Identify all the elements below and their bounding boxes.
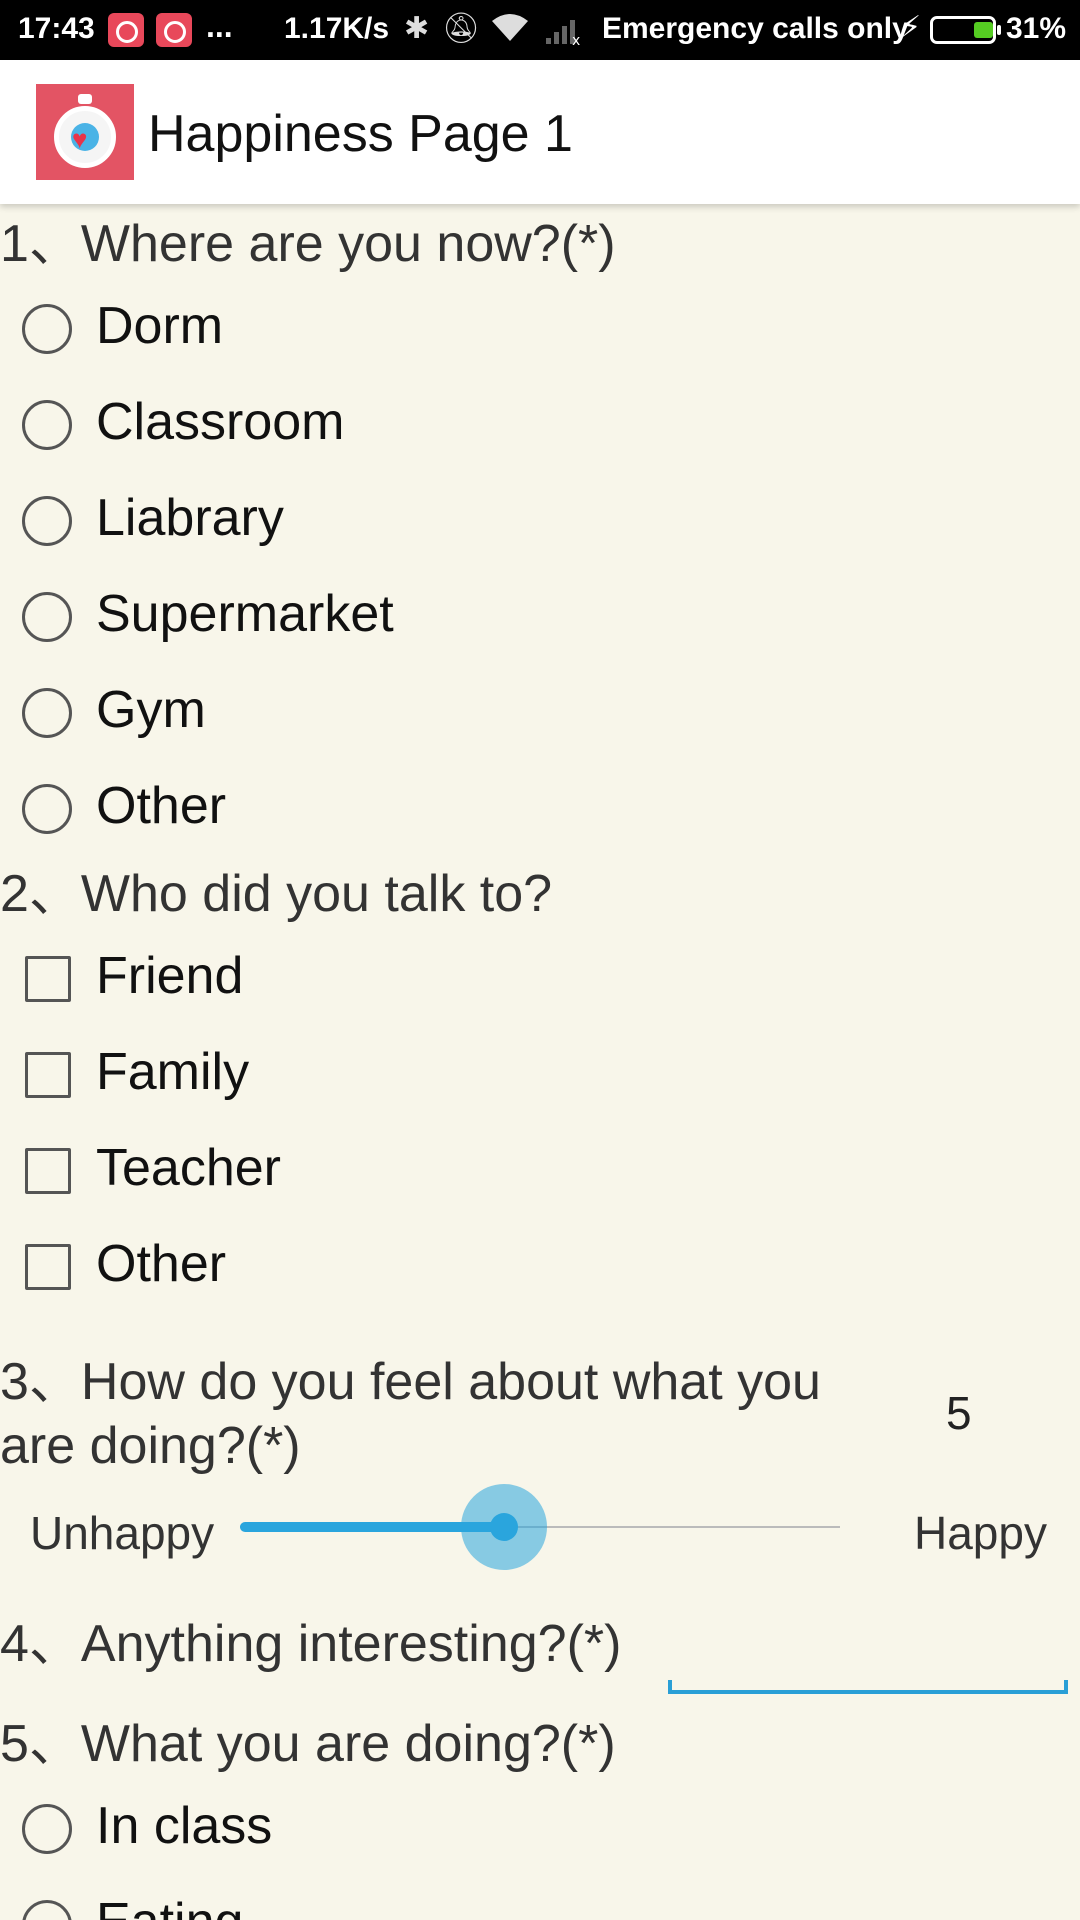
- radio-button[interactable]: [22, 400, 72, 450]
- svg-text:x: x: [572, 33, 580, 46]
- radio-option-gym[interactable]: Gym: [0, 670, 1080, 750]
- option-label: Liabrary: [96, 489, 284, 547]
- radio-option-supermarket[interactable]: Supermarket: [0, 574, 1080, 654]
- slider-value: 5: [946, 1387, 972, 1439]
- app-bar: ♥ Happiness Page 1: [0, 60, 1080, 204]
- option-label: In class: [96, 1797, 273, 1855]
- checkbox-option-friend[interactable]: Friend: [0, 936, 1080, 1016]
- charging-icon: ⚡︎: [900, 11, 922, 44]
- slider-min-label: Unhappy: [30, 1507, 215, 1559]
- question-3-title-line1: 3、How do you feel about what you: [0, 1353, 821, 1411]
- network-status: Emergency calls only: [602, 12, 909, 45]
- radio-option-dorm[interactable]: Dorm: [0, 286, 1080, 366]
- battery-icon: [930, 16, 1001, 44]
- option-label: Supermarket: [96, 585, 394, 643]
- question-4-title: 4、Anything interesting?(*): [0, 1615, 622, 1673]
- slider-thumb[interactable]: [461, 1484, 547, 1570]
- status-bar: 17:43 ... 1.17K/s ✱ 🔕︎ x Emergency calls…: [0, 0, 1080, 60]
- option-label: Other: [96, 777, 227, 835]
- stopwatch-heart-icon: ♥: [36, 84, 134, 180]
- checkbox[interactable]: [25, 956, 71, 1002]
- no-signal-icon: x: [544, 14, 584, 49]
- battery-percent: 31%: [1006, 12, 1067, 45]
- radio-button[interactable]: [22, 496, 72, 546]
- happiness-slider[interactable]: [240, 1484, 840, 1570]
- page-title: Happiness Page 1: [148, 105, 573, 163]
- checkbox-option-family[interactable]: Family: [0, 1032, 1080, 1112]
- checkbox-option-other[interactable]: Other: [0, 1224, 1080, 1304]
- slider-max-label: Happy: [914, 1507, 1047, 1559]
- wifi-icon: [490, 11, 530, 53]
- more-notifications-icon: ...: [206, 8, 233, 44]
- slider-thumb-dot: [490, 1513, 518, 1541]
- option-label: Other: [96, 1235, 227, 1293]
- radio-button[interactable]: [22, 784, 72, 834]
- question-2-title: 2、Who did you talk to?: [0, 865, 553, 923]
- checkbox[interactable]: [25, 1052, 71, 1098]
- question-5-title: 5、What you are doing?(*): [0, 1715, 616, 1773]
- option-label: Dorm: [96, 297, 224, 355]
- anything-interesting-input[interactable]: [668, 1638, 1068, 1694]
- option-label: Friend: [96, 947, 244, 1005]
- checkbox[interactable]: [25, 1244, 71, 1290]
- question-1-title: 1、Where are you now?(*): [0, 215, 616, 273]
- radio-button[interactable]: [22, 688, 72, 738]
- checkbox-option-teacher[interactable]: Teacher: [0, 1128, 1080, 1208]
- option-label: Gym: [96, 681, 206, 739]
- anything-interesting-field[interactable]: [668, 1638, 1068, 1690]
- network-speed: 1.17K/s: [284, 12, 390, 45]
- radio-option-eating[interactable]: Eating: [0, 1882, 1080, 1920]
- checkbox[interactable]: [25, 1148, 71, 1194]
- bell-off-icon: 🔕︎: [442, 12, 481, 45]
- radio-button[interactable]: [22, 304, 72, 354]
- option-label: Teacher: [96, 1139, 281, 1197]
- radio-option-classroom[interactable]: Classroom: [0, 382, 1080, 462]
- radio-option-library[interactable]: Liabrary: [0, 478, 1080, 558]
- radio-button[interactable]: [22, 1804, 72, 1854]
- radio-option-in-class[interactable]: In class: [0, 1786, 1080, 1866]
- radio-option-other[interactable]: Other: [0, 766, 1080, 846]
- status-time: 17:43: [18, 12, 95, 45]
- option-label: Eating: [96, 1892, 243, 1920]
- option-label: Family: [96, 1043, 250, 1101]
- question-3-title-line2: are doing?(*): [0, 1417, 301, 1475]
- radio-button[interactable]: [22, 592, 72, 642]
- bluetooth-icon: ✱: [404, 12, 430, 45]
- option-label: Classroom: [96, 393, 345, 451]
- alarm-icon: [108, 13, 144, 47]
- radio-button[interactable]: [22, 1900, 72, 1920]
- alarm-icon: [156, 13, 192, 47]
